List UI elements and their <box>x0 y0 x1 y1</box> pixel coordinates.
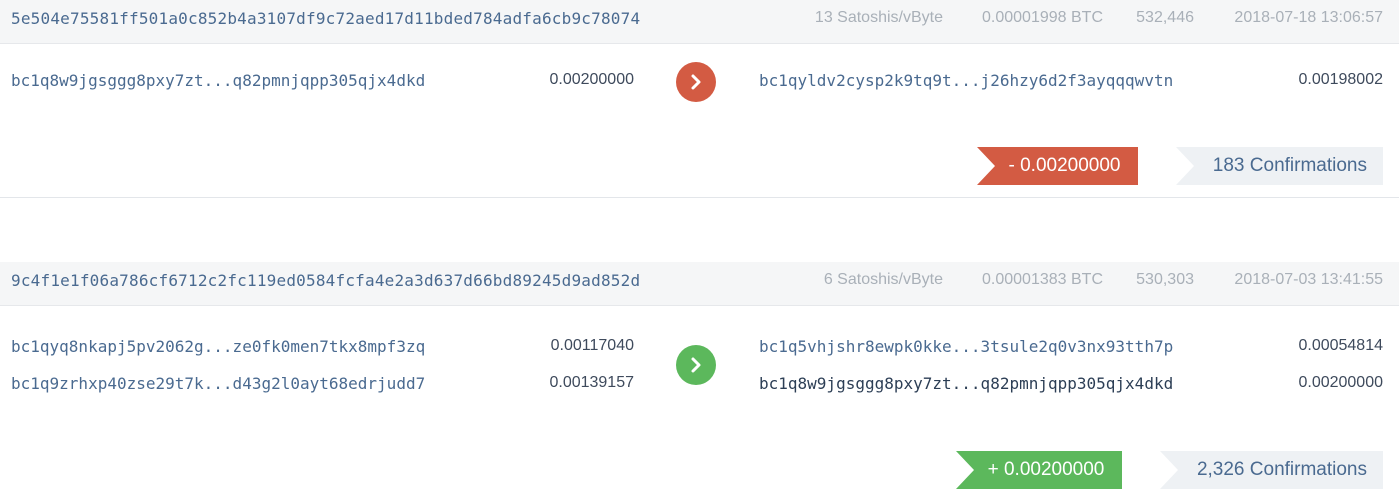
transaction-header: 5e504e75581ff501a0c852b4a3107df9c72aed17… <box>0 0 1399 44</box>
direction-arrow <box>676 345 716 385</box>
input-address-link[interactable]: bc1qyq8nkapj5pv2062g...ze0fk0men7tkx8mpf… <box>11 337 425 356</box>
transaction-hash-link[interactable]: 5e504e75581ff501a0c852b4a3107df9c72aed17… <box>11 9 640 28</box>
output-amount: 0.00200000 <box>1298 374 1383 391</box>
output-amount: 0.00054814 <box>1298 337 1383 354</box>
input-amount: 0.00200000 <box>549 71 634 88</box>
net-amount-badge: - 0.00200000 <box>977 147 1138 185</box>
fee-rate: 13 Satoshis/vByte <box>814 9 943 26</box>
input-amount: 0.00117040 <box>550 337 634 354</box>
fee-amount: 0.00001383 BTC <box>982 271 1103 288</box>
confirmations-badge: 2,326 Confirmations <box>1160 451 1383 489</box>
direction-arrow <box>676 62 716 102</box>
input-amount: 0.00139157 <box>549 374 634 391</box>
input-address-link[interactable]: bc1q8w9jgsggg8pxy7zt...q82pmnjqpp305qjx4… <box>11 71 425 90</box>
chevron-right-icon <box>691 357 701 373</box>
transaction-list: 5e504e75581ff501a0c852b4a3107df9c72aed17… <box>0 0 1399 502</box>
fee-amount: 0.00001998 BTC <box>982 9 1103 26</box>
transaction-header: 9c4f1e1f06a786cf6712c2fc119ed0584fcfa4e2… <box>0 262 1399 306</box>
transaction-card: 9c4f1e1f06a786cf6712c2fc119ed0584fcfa4e2… <box>0 262 1399 502</box>
output-address-link[interactable]: bc1q8w9jgsggg8pxy7zt...q82pmnjqpp305qjx4… <box>759 374 1173 393</box>
transaction-card: 5e504e75581ff501a0c852b4a3107df9c72aed17… <box>0 0 1399 198</box>
output-address-link[interactable]: bc1qyldv2cysp2k9tq9t...j26hzy6d2f3ayqqqw… <box>759 71 1173 90</box>
block-height: 532,446 <box>1136 9 1194 26</box>
fee-rate: 6 Satoshis/vByte <box>823 271 943 288</box>
confirmations-badge: 183 Confirmations <box>1176 147 1383 185</box>
chevron-right-icon <box>691 74 701 90</box>
output-amount: 0.00198002 <box>1298 71 1383 88</box>
block-height: 530,303 <box>1136 271 1194 288</box>
net-amount-badge: + 0.00200000 <box>956 451 1122 489</box>
input-address-link[interactable]: bc1q9zrhxp40zse29t7k...d43g2l0ayt68edrju… <box>11 374 425 393</box>
timestamp: 2018-07-03 13:41:55 <box>1234 271 1383 288</box>
timestamp: 2018-07-18 13:06:57 <box>1234 9 1383 26</box>
transaction-hash-link[interactable]: 9c4f1e1f06a786cf6712c2fc119ed0584fcfa4e2… <box>11 271 640 290</box>
output-address-link[interactable]: bc1q5vhjshr8ewpk0kke...3tsule2q0v3nx93tt… <box>759 337 1173 356</box>
